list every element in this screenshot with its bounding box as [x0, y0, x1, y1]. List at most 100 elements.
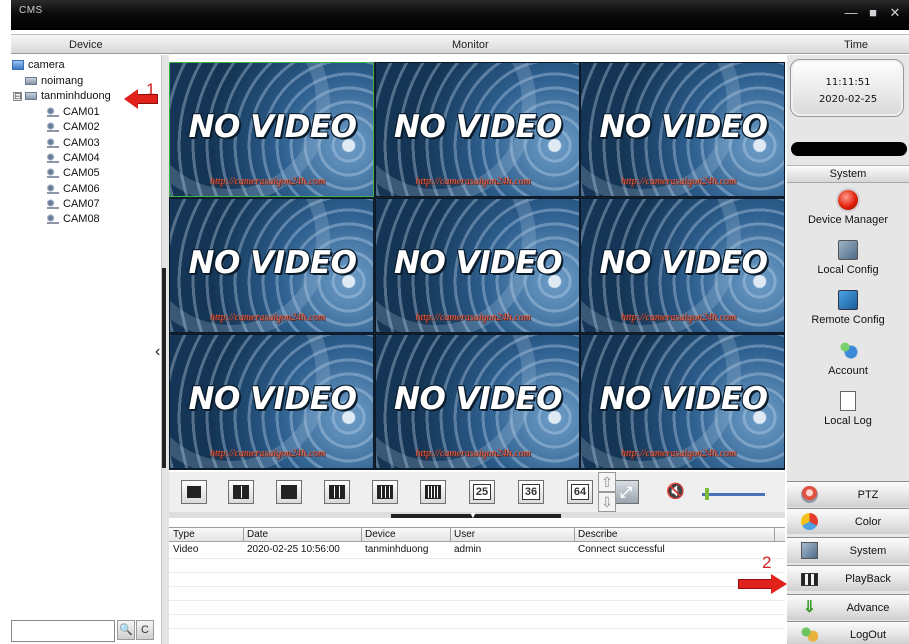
volume-slider[interactable] — [702, 493, 765, 496]
col-device[interactable]: Device — [365, 529, 396, 540]
tree-channel-label: CAM06 — [63, 182, 100, 195]
scroll-up-icon[interactable]: ⇧ — [598, 472, 616, 492]
advance-label: Advance — [846, 602, 890, 614]
clock-display: 11:11:51 2020-02-25 — [790, 59, 904, 117]
table-row[interactable]: Video 2020-02-25 10:56:00 tanminhduong a… — [169, 543, 785, 557]
video-tile[interactable]: NO VIDEO http://camerasaigon24h.com — [374, 198, 580, 333]
watermark-text: http://camerasaigon24h.com — [415, 448, 531, 459]
ptz-icon — [801, 486, 818, 503]
log-type: Video — [173, 544, 199, 555]
maximize-button[interactable]: ■ — [865, 6, 881, 20]
search-icon[interactable]: 🔍 — [117, 620, 135, 640]
layout-6-button[interactable] — [276, 480, 302, 504]
tree-device-tanminhduong[interactable]: ⊟ tanminhduong — [13, 89, 111, 103]
tree-channel-item[interactable]: CAM07 — [47, 197, 100, 211]
camera-icon — [47, 214, 59, 225]
annotation-arrow-1 — [136, 94, 158, 104]
video-tile[interactable]: NO VIDEO http://camerasaigon24h.com — [169, 334, 374, 469]
layout-36-button[interactable]: 36 — [518, 480, 544, 504]
layout-16b-button[interactable] — [420, 480, 446, 504]
layout-9-button[interactable] — [324, 480, 350, 504]
record-icon — [838, 190, 858, 210]
ptz-button[interactable]: PTZ — [787, 481, 909, 507]
remote-config-icon — [838, 290, 858, 310]
camera-icon — [47, 152, 59, 163]
col-user[interactable]: User — [454, 529, 475, 540]
log-describe: Connect successful — [578, 544, 665, 555]
system-icon — [801, 542, 818, 559]
device-search-input[interactable] — [11, 620, 115, 642]
collapse-panel-icon[interactable]: ‹ — [155, 342, 167, 362]
tree-device-noimang[interactable]: noimang — [25, 74, 83, 88]
mute-icon[interactable]: 🔇 — [666, 482, 685, 500]
col-type[interactable]: Type — [173, 529, 195, 540]
col-date[interactable]: Date — [247, 529, 268, 540]
chevron-down-icon[interactable]: ▼ — [467, 511, 479, 520]
tree-channel-label: CAM02 — [63, 121, 100, 134]
tree-channel-item[interactable]: CAM01 — [47, 105, 100, 119]
playback-button[interactable]: PlayBack — [787, 565, 909, 591]
local-log-button[interactable]: Local Log — [787, 389, 909, 439]
minimize-button[interactable]: — — [843, 6, 859, 20]
layout-25-button[interactable]: 25 — [469, 480, 495, 504]
local-config-icon — [838, 240, 858, 260]
tree-channel-label: CAM08 — [63, 213, 100, 226]
system-button[interactable]: System — [787, 537, 909, 563]
volume-thumb[interactable] — [705, 488, 710, 500]
account-button[interactable]: Account — [787, 339, 909, 389]
video-tile[interactable]: NO VIDEO http://camerasaigon24h.com — [374, 62, 580, 197]
watermark-text: http://camerasaigon24h.com — [210, 312, 326, 323]
system-section-header: System — [787, 165, 909, 183]
playback-icon — [801, 573, 818, 586]
local-config-label: Local Config — [817, 264, 879, 276]
tree-channel-item[interactable]: CAM08 — [47, 212, 100, 226]
close-button[interactable]: ✕ — [887, 6, 903, 20]
clock-time: 11:11:51 — [825, 77, 871, 88]
scroll-down-icon[interactable]: ⇩ — [598, 492, 616, 512]
video-tile[interactable]: NO VIDEO http://camerasaigon24h.com — [580, 334, 785, 469]
video-tile[interactable]: NO VIDEO http://camerasaigon24h.com — [580, 62, 785, 197]
tree-device-label: noimang — [41, 75, 84, 87]
color-button[interactable]: Color — [787, 508, 909, 534]
local-config-button[interactable]: Local Config — [787, 238, 909, 288]
video-tile[interactable]: NO VIDEO http://camerasaigon24h.com — [580, 198, 785, 333]
tree-channel-item[interactable]: CAM02 — [47, 120, 100, 134]
tree-channel-item[interactable]: CAM06 — [47, 182, 100, 196]
col-describe[interactable]: Describe — [578, 529, 617, 540]
tree-device-label: tanminhduong — [41, 90, 111, 102]
remote-config-button[interactable]: Remote Config — [787, 288, 909, 338]
no-video-label: NO VIDEO — [599, 381, 768, 417]
annotation-arrowhead-1 — [124, 89, 138, 109]
video-tile[interactable]: NO VIDEO http://camerasaigon24h.com — [169, 198, 374, 333]
watermark-text: http://camerasaigon24h.com — [210, 448, 326, 459]
local-log-label: Local Log — [824, 415, 872, 427]
splitter-handle[interactable] — [162, 268, 166, 468]
no-video-label: NO VIDEO — [599, 109, 768, 145]
scroll-arrows: ⇧ ⇩ — [598, 472, 616, 512]
logout-button[interactable]: LogOut — [787, 621, 909, 644]
tree-channel-item[interactable]: CAM05 — [47, 166, 100, 180]
ptz-label: PTZ — [857, 489, 879, 501]
fullscreen-icon[interactable]: ⤢ — [613, 480, 639, 504]
tree-channel-item[interactable]: CAM03 — [47, 136, 100, 150]
tree-channel-item[interactable]: CAM04 — [47, 151, 100, 165]
no-video-label: NO VIDEO — [188, 109, 357, 145]
video-tile[interactable]: NO VIDEO http://camerasaigon24h.com — [374, 334, 580, 469]
watermark-text: http://camerasaigon24h.com — [415, 312, 531, 323]
tree-root-camera[interactable]: camera — [12, 58, 65, 72]
collapse-icon[interactable]: ⊟ — [13, 91, 22, 101]
log-user: admin — [454, 544, 482, 555]
advance-button[interactable]: ⇓ Advance — [787, 594, 909, 620]
video-tile[interactable]: NO VIDEO http://camerasaigon24h.com — [169, 62, 374, 197]
layout-1-button[interactable] — [181, 480, 207, 504]
remote-config-label: Remote Config — [811, 314, 885, 326]
layout-4-button[interactable] — [228, 480, 254, 504]
layout-64-button[interactable]: 64 — [567, 480, 593, 504]
logout-icon — [801, 626, 818, 643]
watermark-text: http://camerasaigon24h.com — [415, 176, 531, 187]
refresh-icon[interactable]: C — [136, 620, 154, 640]
layout-36-label: 36 — [521, 484, 541, 500]
device-manager-button[interactable]: Device Manager — [787, 188, 909, 238]
single-view-icon — [187, 486, 201, 498]
layout-16-button[interactable] — [372, 480, 398, 504]
